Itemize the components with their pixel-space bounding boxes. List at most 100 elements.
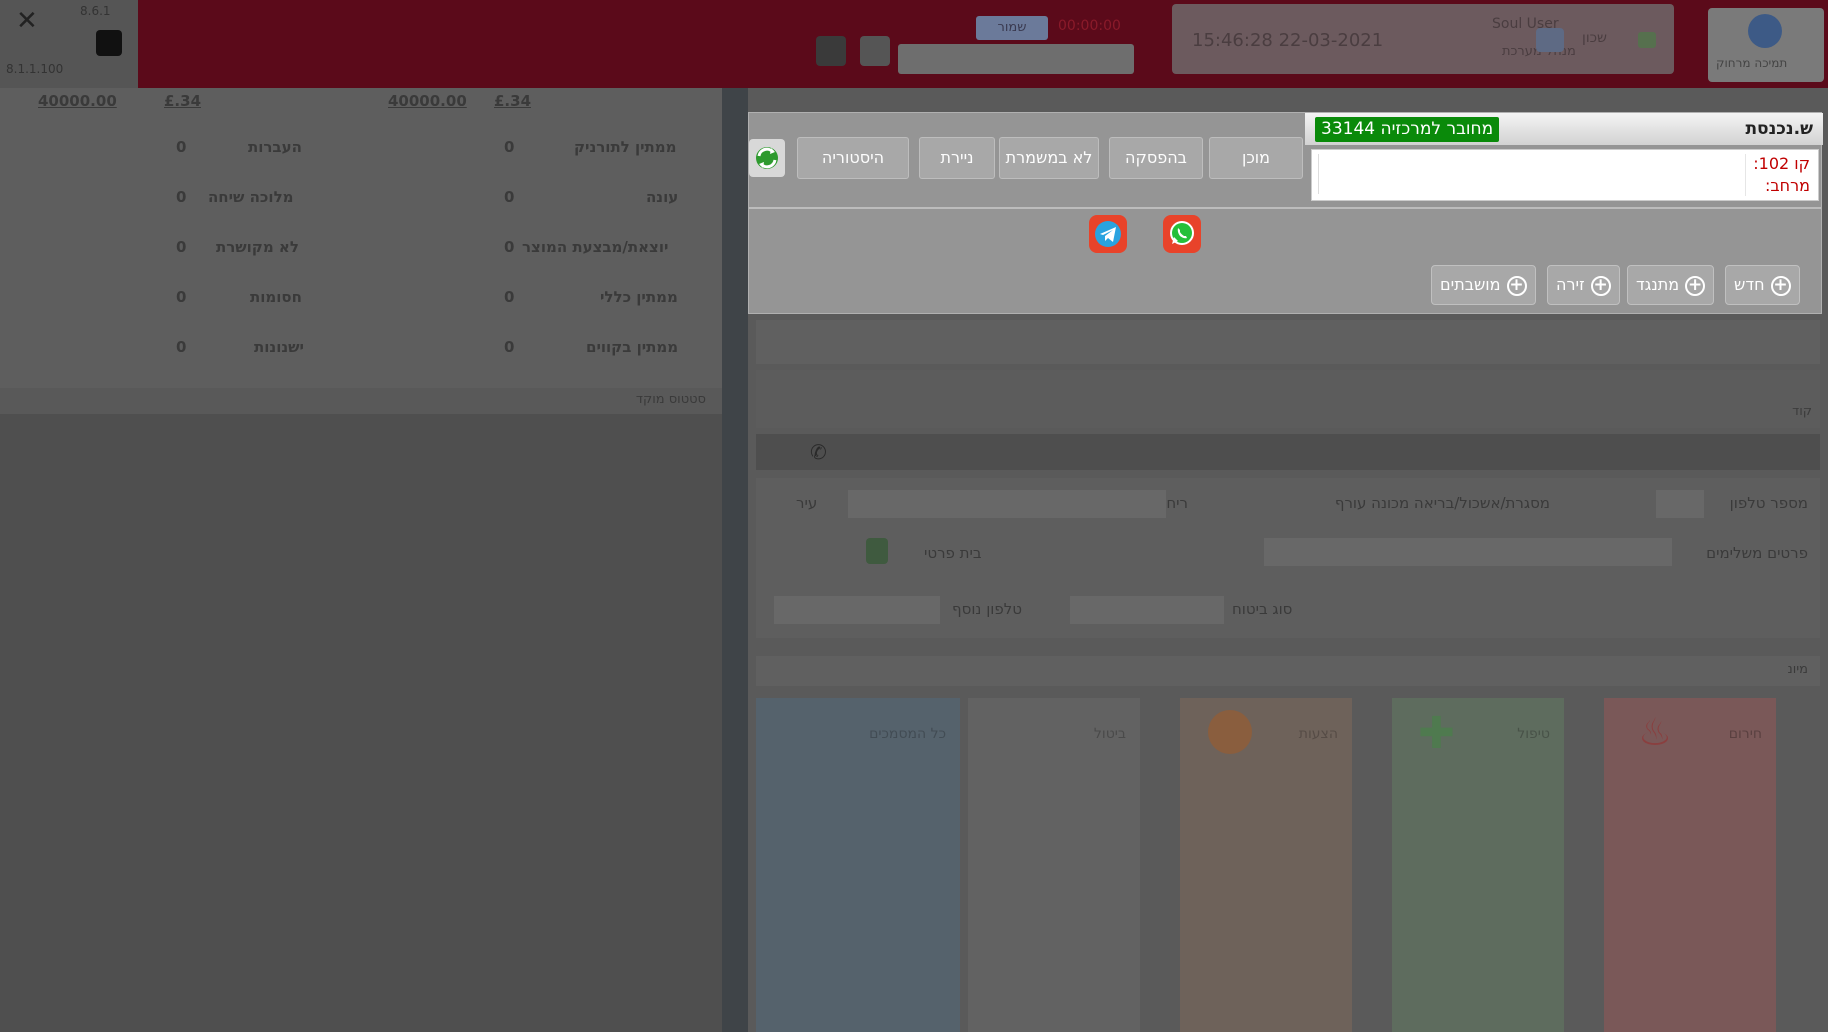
origin-input[interactable] [774, 596, 940, 624]
column-label: ביטול [1093, 726, 1126, 742]
paperwork-button-label: ניירת [940, 148, 974, 167]
softphone-popup: היסטוריה ניירת לא במשמרת בהפסקה מוכן ש.נ… [748, 112, 1823, 314]
stat-label: יוצאת/מבצעת המוצר [522, 238, 669, 256]
stat-label: לא מקושרת [216, 238, 299, 256]
line-info-box: קו 102: מרחב: [1311, 149, 1819, 201]
column-treatment[interactable]: טיפול ✚ [1392, 698, 1564, 1032]
not-on-shift-button[interactable]: לא במשמרת [999, 137, 1099, 179]
stat-value: 0 [504, 238, 515, 256]
stats-panel: 40000.00 £.34 40000.00 £.34 0 העברות 0 מ… [0, 88, 722, 1032]
plus-icon: + [1590, 275, 1611, 296]
status-link[interactable]: שכון [1582, 30, 1607, 46]
city-label: עיר [796, 494, 818, 512]
notes-label: מיונ [1787, 662, 1808, 677]
add-opponent-label: מתנגד [1636, 275, 1680, 294]
stat-value: 0 [504, 138, 515, 156]
connected-status-badge: 33144 מחובר למרכזיה [1315, 117, 1500, 142]
status-box: 15:46:28 22-03-2021 Soul User מנהל מערכת… [1172, 4, 1674, 74]
whatsapp-icon [1170, 221, 1194, 245]
column-emergency[interactable]: חירום ♨ [1604, 698, 1776, 1032]
stats-footer: סטטוס מוקד [0, 388, 722, 414]
job-input[interactable] [1070, 596, 1224, 624]
save-badge[interactable]: שמור [976, 16, 1048, 40]
plus-icon: + [1685, 275, 1706, 296]
line-box-divider [1745, 154, 1746, 196]
remote-help-label: תמיכה מרחוק [1716, 56, 1788, 70]
popup-title: ש.נכנסת [1745, 119, 1813, 139]
phone-icon: ✆ [810, 440, 827, 464]
build-label: 8.1.1.100 [6, 62, 64, 76]
telegram-button[interactable] [1089, 215, 1127, 253]
street-input[interactable] [848, 490, 1166, 518]
job-label: סוג ביטוח [1232, 600, 1293, 618]
stat-header: 40000.00 [38, 92, 117, 110]
stat-value: 0 [504, 338, 515, 356]
version-label: 8.6.1 [80, 4, 111, 18]
timer-text: 00:00:00 [1058, 18, 1121, 34]
sub-label: קוד [1792, 404, 1812, 419]
phone-input[interactable] [1656, 490, 1704, 518]
origin-label: טלפון נוסף [952, 600, 1022, 618]
ready-button[interactable]: מוכן [1209, 137, 1303, 179]
stat-value: 0 [176, 238, 187, 256]
pause-button[interactable]: בהפסקה [1109, 137, 1203, 179]
close-icon[interactable]: ✕ [16, 6, 38, 36]
notes-bar: מיונ [756, 656, 1820, 686]
panel-divider[interactable] [722, 88, 748, 1032]
column-documents[interactable]: כל המסמכים [756, 698, 960, 1032]
stat-value: 0 [176, 138, 187, 156]
stat-value: 0 [504, 188, 515, 206]
stat-header: £.34 [494, 92, 532, 110]
column-offers[interactable]: הצעות [1180, 698, 1352, 1032]
save-badge-label: שמור [997, 20, 1027, 35]
remote-help-button[interactable]: תמיכה מרחוק [1708, 8, 1824, 82]
plus-icon: + [1770, 275, 1791, 296]
ready-button-label: מוכן [1241, 148, 1271, 167]
stat-label: ממתין לתורניק [574, 138, 677, 156]
stop-icon[interactable] [96, 30, 122, 56]
column-cancel[interactable]: ביטול [968, 698, 1140, 1032]
plus-icon: ✚ [1418, 708, 1455, 759]
whatsapp-button[interactable] [1163, 215, 1201, 253]
add-new-button[interactable]: + חדש [1725, 265, 1800, 305]
pause-button-label: בהפסקה [1125, 148, 1187, 167]
help-icon [1748, 14, 1782, 48]
extension-label: מרחב: [1765, 176, 1810, 195]
column-label: כל המסמכים [869, 726, 946, 742]
stat-value: 0 [176, 288, 187, 306]
paperwork-button[interactable]: ניירת [919, 137, 995, 179]
history-button-label: היסטוריה [821, 148, 885, 167]
refresh-button[interactable] [749, 139, 785, 177]
stat-value: 0 [504, 288, 515, 306]
map-pin-icon[interactable] [866, 538, 888, 564]
add-settlements-button[interactable]: + מושבתים [1431, 265, 1536, 305]
details-input[interactable] [1264, 538, 1672, 566]
telegram-icon [1095, 221, 1121, 247]
add-opponent-button[interactable]: + מתנגד [1627, 265, 1715, 305]
add-new-label: חדש [1734, 275, 1765, 294]
fire-icon: ♨ [1638, 710, 1673, 754]
history-button[interactable]: היסטוריה [797, 137, 909, 179]
stat-label: ישנונות [254, 338, 304, 356]
house-label: בית פרטי [924, 544, 982, 562]
popup-divider [749, 207, 1821, 209]
plus-icon: + [1506, 275, 1527, 296]
search-input[interactable] [898, 44, 1134, 74]
stat-label: חסומות [250, 288, 302, 306]
phone-label: מספר טלפון [1729, 494, 1808, 512]
column-label: טיפול [1517, 726, 1550, 742]
person-icon [1208, 710, 1252, 754]
clear-button[interactable] [860, 36, 890, 66]
lock-button[interactable] [816, 36, 846, 66]
stat-header: 40000.00 [388, 92, 467, 110]
stat-label: ממתין בקווים [586, 338, 679, 356]
add-settlements-label: מושבתים [1440, 275, 1501, 294]
stats-area: 40000.00 £.34 40000.00 £.34 0 העברות 0 מ… [0, 88, 722, 388]
not-on-shift-button-label: לא במשמרת [1005, 148, 1093, 167]
popup-header: ש.נכנסת 33144 מחובר למרכזיה [1305, 113, 1823, 145]
stat-value: 0 [176, 188, 187, 206]
add-arena-button[interactable]: + זירה [1547, 265, 1620, 305]
call-strip: ✆ [756, 434, 1820, 470]
customer-form: מספר טלפון מסגרת/אשכול/בריאה מכונה עורף … [756, 478, 1820, 638]
details-label: פרטים משלימים [1706, 544, 1808, 562]
